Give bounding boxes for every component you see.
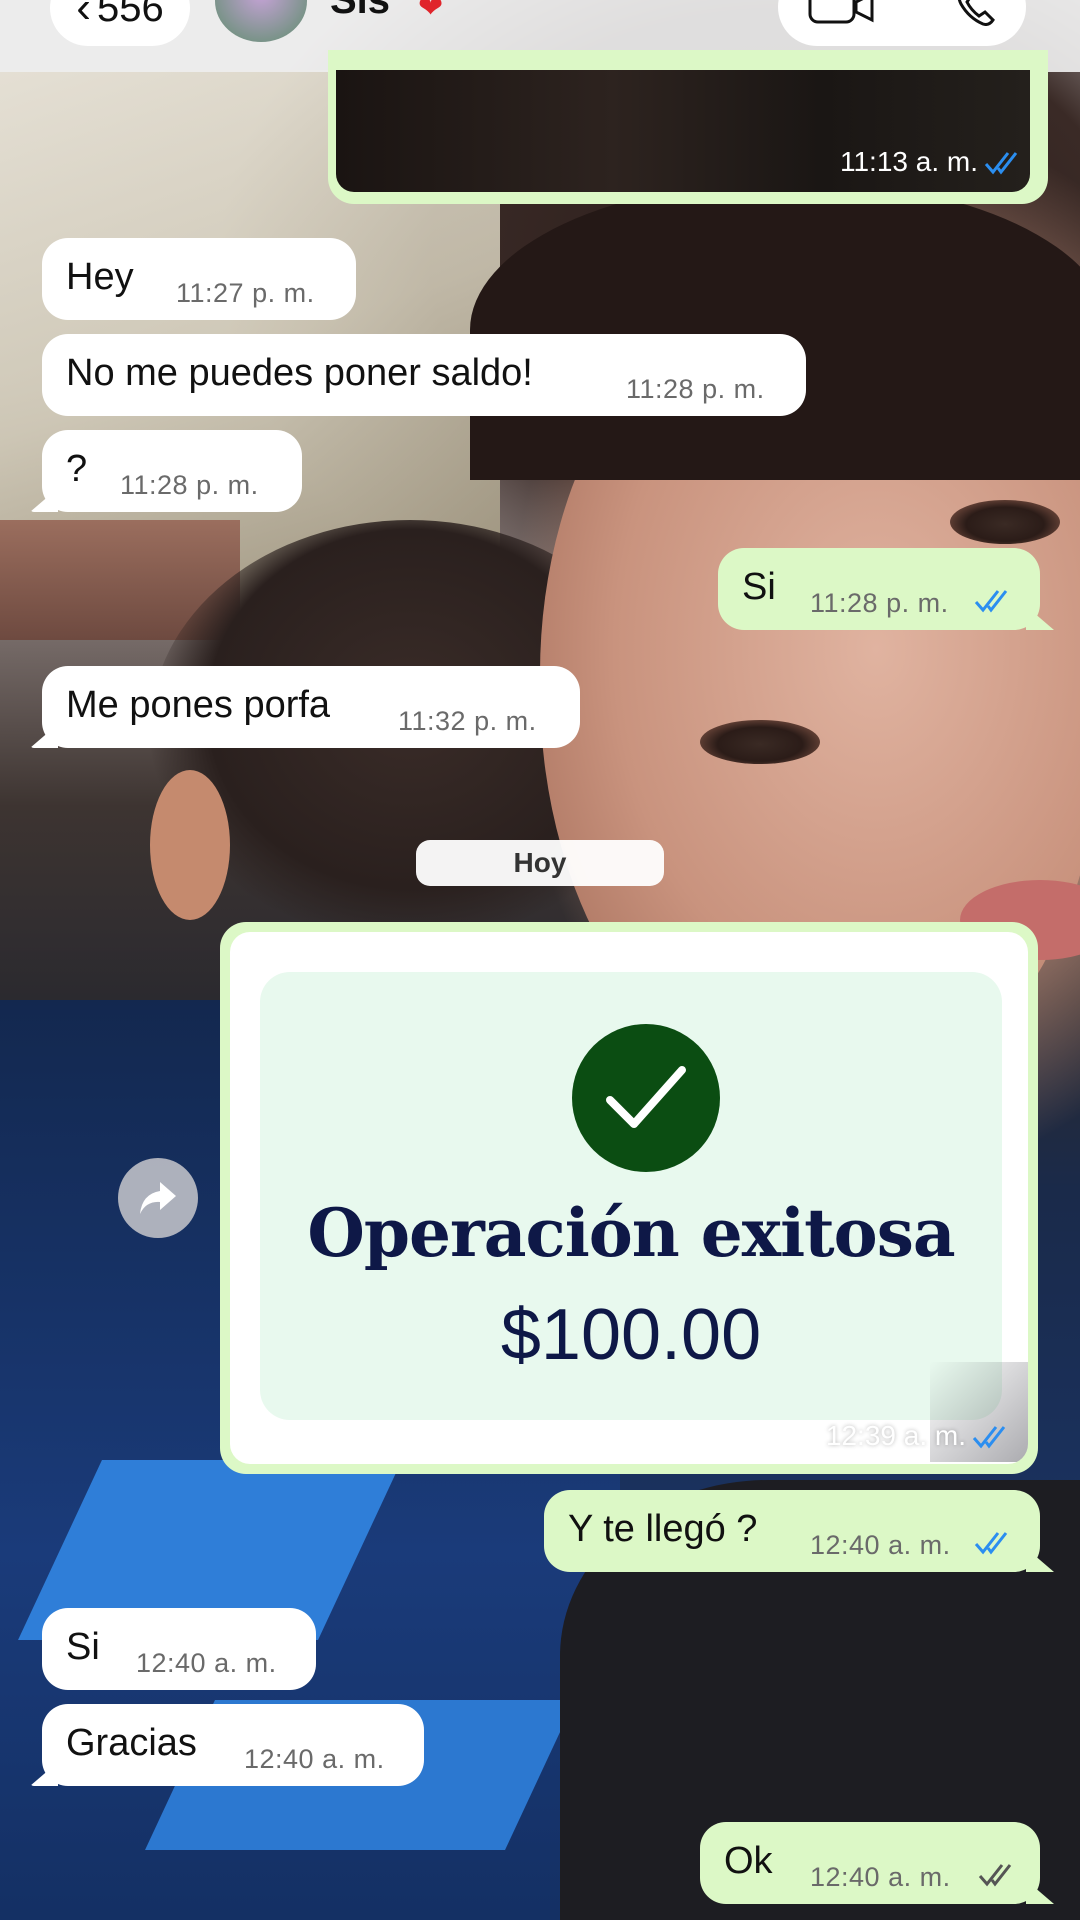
incoming-message[interactable]: ? 11:28 p. m. (30, 430, 302, 512)
read-receipt-icon (974, 590, 1008, 613)
forward-arrow-icon (140, 1182, 176, 1214)
message-time: 12:40 a. m. (810, 1530, 951, 1560)
unread-count: 556 (96, 0, 164, 30)
message-time: 11:28 p. m. (810, 588, 949, 618)
contact-avatar[interactable] (215, 0, 307, 42)
contact-name[interactable]: Sis (330, 0, 390, 23)
message-text: ? (66, 448, 88, 490)
phone-icon[interactable] (955, 0, 995, 26)
message-time: 11:13 a. m. (839, 146, 978, 177)
wallpaper-photo-ear (150, 770, 230, 920)
video-camera-icon[interactable] (808, 0, 874, 24)
incoming-message[interactable]: Si 12:40 a. m. (42, 1608, 316, 1690)
message-text: Ok (724, 1840, 773, 1882)
message-time: 11:28 p. m. (120, 470, 259, 500)
forward-button[interactable] (118, 1158, 198, 1238)
heart-emoji: ❤ (418, 0, 444, 24)
message-time: 12:40 a. m. (244, 1744, 385, 1774)
image-message[interactable]: 11:13 a. m. (328, 50, 1048, 204)
outgoing-message[interactable]: Y te llegó ? 12:40 a. m. (544, 1490, 1054, 1572)
date-divider: Hoy (416, 840, 664, 886)
chevron-left-icon: ‹ (76, 0, 91, 32)
message-text: Y te llegó ? (568, 1508, 758, 1550)
message-time: 11:27 p. m. (176, 278, 315, 308)
delivered-receipt-icon (978, 1864, 1012, 1887)
operation-title: Operación exitosa (307, 1194, 955, 1272)
operation-amount: $100.00 (500, 1295, 762, 1375)
message-time: 11:28 p. m. (626, 374, 765, 404)
message-time: 11:32 p. m. (398, 706, 537, 736)
incoming-message[interactable]: Hey 11:27 p. m. (42, 238, 356, 320)
wallpaper-photo-eye (700, 720, 820, 764)
message-text: No me puedes poner saldo! (66, 352, 533, 394)
incoming-message[interactable]: Me pones porfa 11:32 p. m. (30, 666, 580, 748)
back-button[interactable]: ‹ 556 (50, 0, 190, 46)
read-receipt-icon (984, 152, 1018, 175)
message-text: Si (742, 566, 776, 608)
message-time: 12:40 a. m. (810, 1862, 951, 1892)
read-receipt-icon (972, 1426, 1006, 1449)
message-text: Hey (66, 256, 134, 298)
outgoing-message[interactable]: Ok 12:40 a. m. (700, 1822, 1054, 1904)
wallpaper-photo-eye (950, 500, 1060, 544)
incoming-message[interactable]: No me puedes poner saldo! 11:28 p. m. (42, 334, 806, 416)
message-text: Me pones porfa (66, 684, 331, 726)
success-check-icon (572, 1024, 720, 1172)
checkmark-icon (606, 1066, 686, 1128)
incoming-message[interactable]: Gracias 12:40 a. m. (30, 1704, 424, 1786)
receipt-image[interactable]: Operación exitosa $100.00 (230, 932, 1028, 1464)
outgoing-message[interactable]: Si 11:28 p. m. (718, 548, 1054, 630)
message-text: Gracias (66, 1722, 197, 1764)
message-text: Si (66, 1626, 100, 1668)
message-time: 12:40 a. m. (136, 1648, 277, 1678)
payment-receipt-message[interactable]: Operación exitosa $100.00 12:39 a. m. (220, 922, 1038, 1474)
read-receipt-icon (974, 1532, 1008, 1555)
receipt-card: Operación exitosa $100.00 (260, 972, 1002, 1420)
message-time: 12:39 a. m. (825, 1420, 966, 1451)
wallpaper-photo-hair (470, 180, 1080, 480)
